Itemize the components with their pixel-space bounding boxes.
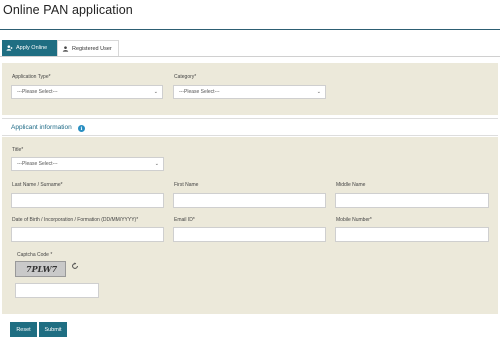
captcha-image: 7PLW7 (15, 261, 66, 277)
application-type-value: ---Please Select--- (17, 89, 58, 95)
chevron-down-icon: ⌄ (153, 89, 158, 95)
captcha-input[interactable] (15, 283, 99, 298)
last-name-input[interactable] (11, 193, 164, 208)
chevron-down-icon: ⌄ (316, 89, 321, 95)
middle-name-label: Middle Name (336, 182, 366, 188)
user-plus-icon (6, 45, 13, 51)
reset-button[interactable]: Reset (10, 322, 37, 337)
mobile-label: Mobile Number* (336, 217, 372, 223)
title-value: ---Please Select--- (17, 161, 58, 167)
title-label: Title* (12, 147, 24, 153)
middle-name-input[interactable] (335, 193, 489, 208)
application-type-label: Application Type* (12, 74, 51, 80)
refresh-icon[interactable] (71, 262, 79, 270)
page-title: Online PAN application (3, 3, 133, 17)
tab-registered-user[interactable]: Registered User (57, 40, 119, 56)
first-name-label: First Name (174, 182, 199, 188)
tab-apply-online[interactable]: Apply Online (2, 40, 57, 56)
last-name-label: Last Name / Surname* (12, 182, 63, 188)
email-input[interactable] (173, 227, 326, 242)
chevron-down-icon: ⌄ (154, 161, 159, 167)
category-select[interactable]: ---Please Select--- ⌄ (173, 85, 326, 99)
title-select[interactable]: ---Please Select--- ⌄ (11, 157, 164, 171)
title-divider (0, 29, 500, 30)
captcha-label: Captcha Code * (17, 252, 53, 258)
tab-registered-user-label: Registered User (72, 45, 112, 52)
applicant-section-header (2, 118, 498, 136)
category-label: Category* (174, 74, 197, 80)
application-type-select[interactable]: ---Please Select--- ⌄ (11, 85, 163, 99)
tab-divider (0, 56, 500, 57)
submit-button[interactable]: Submit (39, 322, 67, 337)
info-icon[interactable]: i (78, 125, 85, 132)
dob-input[interactable] (11, 227, 164, 242)
tab-apply-online-label: Apply Online (16, 45, 48, 51)
dob-label: Date of Birth / Incorporation / Formatio… (12, 217, 139, 223)
mobile-input[interactable] (335, 227, 489, 242)
applicant-section-title: Applicant information (11, 124, 72, 131)
email-label: Email ID* (174, 217, 195, 223)
user-icon (62, 45, 69, 52)
first-name-input[interactable] (173, 193, 326, 208)
category-value: ---Please Select--- (179, 89, 220, 95)
